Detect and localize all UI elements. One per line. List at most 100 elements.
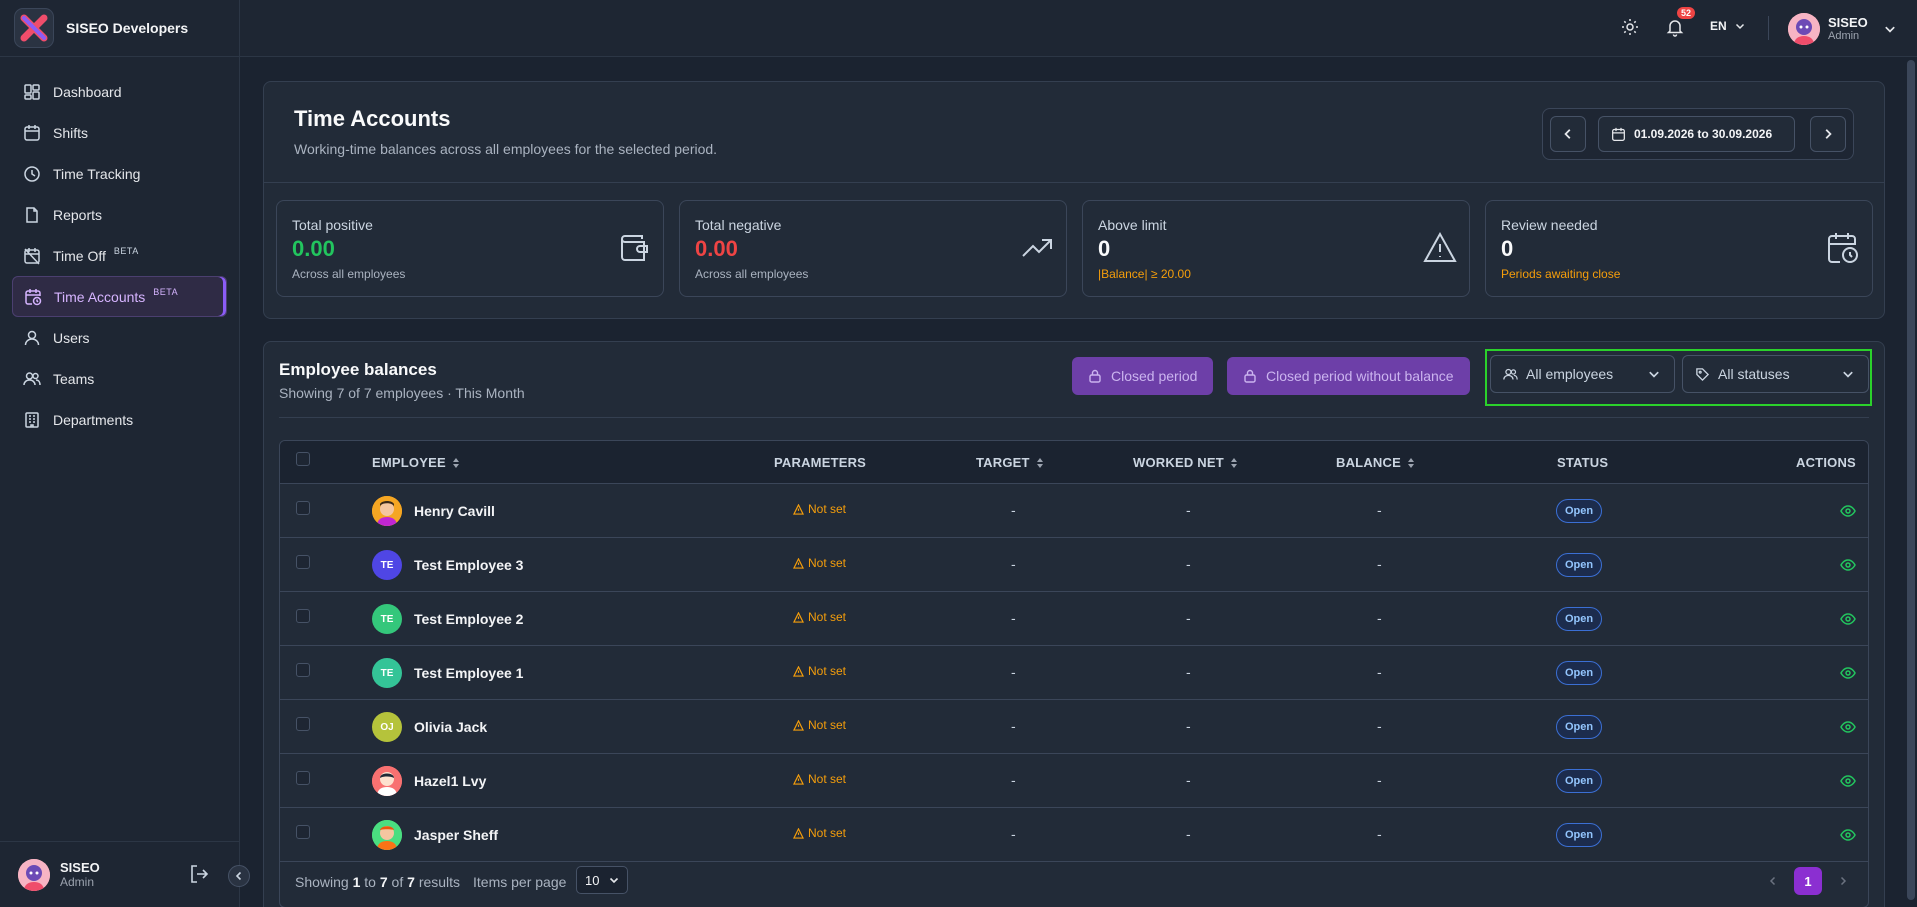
button-label: Closed period <box>1111 368 1198 384</box>
row-checkbox[interactable] <box>296 501 310 515</box>
chevron-right-icon <box>1825 129 1832 139</box>
page-button-current[interactable]: 1 <box>1794 867 1822 895</box>
sidebar-item-shifts[interactable]: Shifts <box>12 112 227 153</box>
brand[interactable]: SISEO Developers <box>0 0 239 57</box>
sidebar-item-users[interactable]: Users <box>12 317 227 358</box>
avatar: TE <box>372 658 402 688</box>
target-value: - <box>1011 610 1016 626</box>
column-header-employee[interactable]: EMPLOYEE <box>372 455 460 470</box>
button-label: Closed period without balance <box>1266 368 1454 384</box>
sidebar-item-time-accounts[interactable]: Time Accounts BETA <box>12 276 227 317</box>
theme-toggle-icon[interactable] <box>1621 18 1639 36</box>
sidebar-item-time-tracking[interactable]: Time Tracking <box>12 153 227 194</box>
employee-cell[interactable]: TE Test Employee 2 <box>372 604 523 634</box>
warning-icon <box>1423 231 1457 262</box>
eye-icon[interactable] <box>1840 612 1856 626</box>
worked-net-value: - <box>1186 502 1191 518</box>
employee-filter-select[interactable]: All employees <box>1490 355 1675 393</box>
employee-cell[interactable]: TE Test Employee 3 <box>372 550 523 580</box>
warning-icon <box>793 773 804 785</box>
column-header-balance[interactable]: BALANCE <box>1336 455 1415 470</box>
sidebar-item-teams[interactable]: Teams <box>12 358 227 399</box>
worked-net-value: - <box>1186 826 1191 842</box>
employee-cell[interactable]: Hazel1 Lvy <box>372 766 486 796</box>
table-row: TE Test Employee 2 Not set - - - Open <box>280 592 1868 646</box>
status-filter-select[interactable]: All statuses <box>1682 355 1869 393</box>
employee-cell[interactable]: Henry Cavill <box>372 496 495 526</box>
language-selector[interactable]: EN <box>1710 19 1745 33</box>
calendar-icon <box>24 124 40 141</box>
sidebar-item-reports[interactable]: Reports <box>12 194 227 235</box>
column-header-worked-net[interactable]: WORKED NET <box>1133 455 1238 470</box>
lock-icon <box>1244 369 1256 383</box>
sidebar-item-time-off[interactable]: Time Off BETA <box>12 235 227 276</box>
sidebar-user-name: SISEO <box>60 860 100 875</box>
items-per-page-label: Items per page <box>473 874 567 890</box>
stat-label: Review needed <box>1501 217 1598 233</box>
eye-icon[interactable] <box>1840 720 1856 734</box>
page-scrollbar[interactable] <box>1907 60 1915 900</box>
worked-net-value: - <box>1186 664 1191 680</box>
warning-icon <box>793 665 804 677</box>
employee-name: Olivia Jack <box>414 719 488 735</box>
sidebar-item-label: Users <box>53 329 90 346</box>
time-accounts-header: Time Accounts Working-time balances acro… <box>263 81 1885 319</box>
column-header-target[interactable]: TARGET <box>976 455 1044 470</box>
trending-icon <box>1022 239 1052 257</box>
stat-card-total-positive: Total positive 0.00 Across all employees <box>276 200 664 297</box>
next-period-button[interactable] <box>1810 116 1846 152</box>
parameters-not-set: Not set <box>793 826 846 840</box>
calendar-clock-icon <box>1828 233 1858 263</box>
closed-period-button[interactable]: Closed period <box>1072 357 1214 395</box>
eye-icon[interactable] <box>1840 558 1856 572</box>
calendar-off-icon <box>24 247 40 265</box>
parameters-label: Not set <box>808 610 847 624</box>
employee-cell[interactable]: TE Test Employee 1 <box>372 658 523 688</box>
sidebar-item-label: Time Tracking <box>53 165 141 182</box>
eye-icon[interactable] <box>1840 828 1856 842</box>
target-value: - <box>1011 664 1016 680</box>
row-checkbox[interactable] <box>296 609 310 623</box>
users-icon <box>23 371 41 385</box>
wallet-icon <box>621 235 648 261</box>
user-role: Admin <box>1828 30 1860 42</box>
beta-badge: BETA <box>153 286 179 297</box>
stat-card-review-needed: Review needed 0 Periods awaiting close <box>1485 200 1873 297</box>
avatar[interactable] <box>18 858 50 891</box>
results-label: results <box>418 874 461 890</box>
eye-icon[interactable] <box>1840 666 1856 680</box>
chevron-right-icon[interactable] <box>1838 876 1848 886</box>
table-row: OJ Olivia Jack Not set - - - Open <box>280 700 1868 754</box>
closed-period-without-balance-button[interactable]: Closed period without balance <box>1227 357 1470 395</box>
row-checkbox[interactable] <box>296 771 310 785</box>
row-checkbox[interactable] <box>296 825 310 839</box>
row-checkbox[interactable] <box>296 663 310 677</box>
row-checkbox[interactable] <box>296 717 310 731</box>
status-badge: Open <box>1556 553 1603 577</box>
target-value: - <box>1011 718 1016 734</box>
stat-sub: |Balance| ≥ 20.00 <box>1098 267 1191 281</box>
sidebar-item-departments[interactable]: Departments <box>12 399 227 440</box>
date-range-button[interactable]: 01.09.2026 to 30.09.2026 <box>1598 116 1795 152</box>
eye-icon[interactable] <box>1840 774 1856 788</box>
previous-period-button[interactable] <box>1550 116 1586 152</box>
employee-cell[interactable]: Jasper Sheff <box>372 820 498 850</box>
page-subtitle: Working-time balances across all employe… <box>294 141 718 157</box>
items-per-page-select[interactable]: 10 <box>576 866 628 894</box>
sidebar-item-label: Dashboard <box>53 83 122 100</box>
chevron-left-icon[interactable] <box>1768 876 1778 886</box>
employee-cell[interactable]: OJ Olivia Jack <box>372 712 487 742</box>
logout-icon[interactable] <box>188 863 210 885</box>
select-all-checkbox[interactable] <box>296 452 310 466</box>
select-value: All statuses <box>1718 366 1790 382</box>
sidebar-item-dashboard[interactable]: Dashboard <box>12 71 227 112</box>
row-checkbox[interactable] <box>296 555 310 569</box>
user-menu[interactable]: SISEO Admin <box>1788 13 1896 45</box>
sort-icon <box>1407 457 1414 468</box>
employee-name: Hazel1 Lvy <box>414 773 487 789</box>
eye-icon[interactable] <box>1840 504 1856 518</box>
report-icon <box>26 206 38 223</box>
bell-icon[interactable] <box>1665 17 1685 37</box>
stat-label: Total negative <box>695 217 782 233</box>
collapse-sidebar-button[interactable] <box>228 865 250 887</box>
